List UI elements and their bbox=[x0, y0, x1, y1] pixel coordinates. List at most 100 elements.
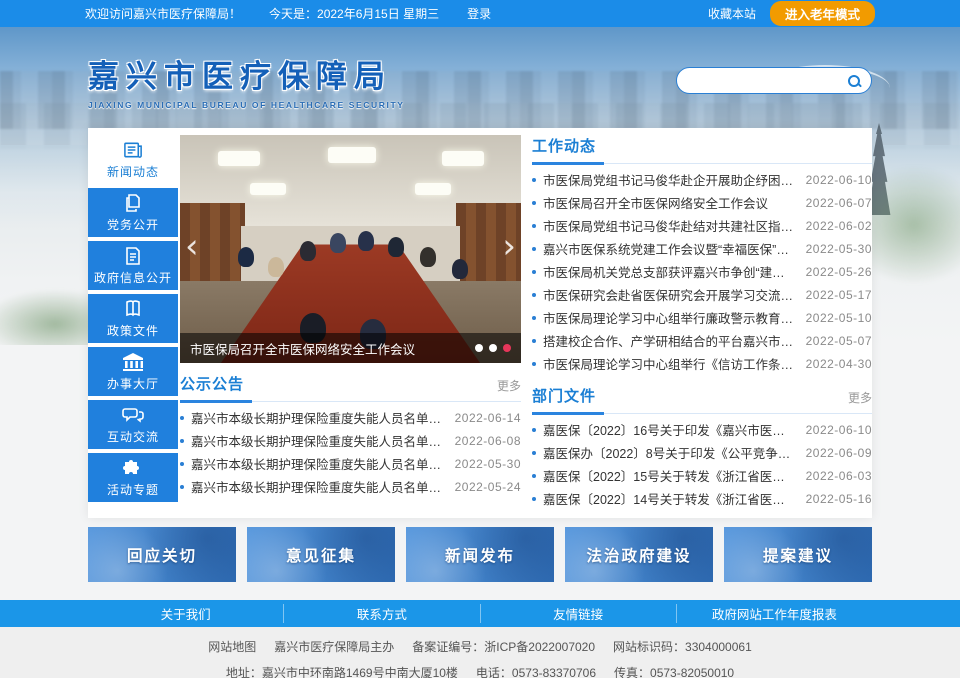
section-notices: 公示公告 更多 嘉兴市本级长期护理保险重度失能人员名单公示（2...2022-0… bbox=[180, 373, 521, 498]
news-title-link[interactable]: 市医保局机关党总支部获评嘉兴市争创“建设清廉机... bbox=[543, 262, 796, 281]
quick-link-4[interactable]: 法治政府建设 bbox=[565, 527, 713, 582]
news-item[interactable]: 市医保局党组书记马俊华赴结对共建社区指导全国文... 2022-06-02 bbox=[532, 214, 872, 237]
sidebar-item-6[interactable]: 互动交流 bbox=[88, 400, 178, 449]
news-item[interactable]: 嘉兴市本级长期护理保险重度失能人员名单公示（2... 2022-06-14 bbox=[180, 406, 521, 429]
news-title-link[interactable]: 市医保局理论学习中心组举行廉政警示教育专题学习... bbox=[543, 308, 796, 327]
news-title-link[interactable]: 嘉兴市本级长期护理保险重度失能人员名单公示（2... bbox=[191, 454, 445, 473]
bullet-icon bbox=[532, 224, 536, 228]
footer-info-text: 备案证编号：浙ICP备2022007020 bbox=[412, 640, 595, 654]
decor-person bbox=[358, 231, 374, 251]
news-date: 2022-05-30 bbox=[455, 457, 521, 471]
news-title-link[interactable]: 嘉兴市本级长期护理保险重度失能人员名单公示（2... bbox=[191, 431, 445, 450]
news-title-link[interactable]: 嘉兴市本级长期护理保险重度失能人员名单公示（2... bbox=[191, 408, 445, 427]
quick-link-3[interactable]: 新闻发布 bbox=[406, 527, 554, 582]
news-title-link[interactable]: 嘉医保〔2022〕15号关于转发《浙江省医疗保... bbox=[543, 466, 796, 485]
search-box[interactable] bbox=[676, 67, 872, 94]
carousel-dot-2[interactable] bbox=[489, 344, 497, 352]
news-title-link[interactable]: 嘉医保办〔2022〕8号关于印发《公平竞争审查... bbox=[543, 443, 796, 462]
decor bbox=[218, 151, 260, 166]
news-item[interactable]: 市医保局理论学习中心组举行《信访工作条例》专题...2022-04-30 bbox=[532, 352, 872, 375]
notices-list: 嘉兴市本级长期护理保险重度失能人员名单公示（2...2022-06-14嘉兴市本… bbox=[180, 406, 521, 498]
carousel-dot-1[interactable] bbox=[475, 344, 483, 352]
news-item[interactable]: 市医保研究会赴省医保研究会开展学习交流活动2022-05-17 bbox=[532, 283, 872, 306]
elder-mode-button[interactable]: 进入老年模式 bbox=[770, 1, 875, 26]
notices-title[interactable]: 公示公告 bbox=[180, 373, 244, 394]
carousel-caption[interactable]: 市医保局召开全市医保网络安全工作会议 bbox=[190, 339, 467, 358]
news-item[interactable]: 嘉兴市医保系统党建工作会议暨“幸福医保”党建联... 2022-05-30 bbox=[532, 237, 872, 260]
news-date: 2022-05-26 bbox=[806, 265, 872, 279]
news-item[interactable]: 嘉医保办〔2022〕8号关于印发《公平竞争审查...2022-06-09 bbox=[532, 441, 872, 464]
news-date: 2022-06-14 bbox=[455, 411, 521, 425]
pages-icon bbox=[123, 193, 143, 213]
carousel-dot-3[interactable] bbox=[503, 344, 511, 352]
news-item[interactable]: 嘉医保〔2022〕14号关于转发《浙江省医疗保...2022-05-16 bbox=[532, 487, 872, 510]
news-date: 2022-06-10 bbox=[806, 423, 872, 437]
news-item[interactable]: 市医保局党组书记马俊华赴企开展助企纾困活动 2022-06-10 bbox=[532, 168, 872, 191]
news-item[interactable]: 嘉兴市本级长期护理保险重度失能人员名单公示（2...2022-06-08 bbox=[180, 429, 521, 452]
carousel-prev-icon[interactable]: ‹ bbox=[185, 229, 199, 263]
news-item[interactable]: 嘉兴市本级长期护理保险重度失能人员名单公示（2... 2022-05-24 bbox=[180, 475, 521, 498]
book-icon bbox=[123, 299, 143, 319]
news-item[interactable]: 市医保局理论学习中心组举行廉政警示教育专题学习...2022-05-10 bbox=[532, 306, 872, 329]
quick-link-1[interactable]: 回应关切 bbox=[88, 527, 236, 582]
bullet-icon bbox=[180, 416, 184, 420]
carousel-next-icon[interactable]: › bbox=[502, 229, 516, 263]
documents-title[interactable]: 部门文件 bbox=[532, 385, 596, 406]
news-title-link[interactable]: 嘉兴市医保系统党建工作会议暨“幸福医保”党建联... bbox=[543, 239, 796, 258]
footer-info-text: 网站地图 bbox=[208, 640, 256, 654]
decor-person bbox=[238, 247, 254, 267]
quick-link-5[interactable]: 提案建议 bbox=[724, 527, 872, 582]
newspaper-icon bbox=[123, 140, 144, 160]
news-title-link[interactable]: 搭建校企合作、产学研相结合的平台嘉兴市长期护理... bbox=[543, 331, 796, 350]
news-item[interactable]: 市医保局召开全市医保网络安全工作会议2022-06-07 bbox=[532, 191, 872, 214]
news-title-link[interactable]: 市医保局党组书记马俊华赴企开展助企纾困活动 bbox=[543, 170, 796, 189]
news-title-link[interactable]: 市医保研究会赴省医保研究会开展学习交流活动 bbox=[543, 285, 796, 304]
news-item[interactable]: 嘉医保〔2022〕15号关于转发《浙江省医疗保...2022-06-03 bbox=[532, 464, 872, 487]
work-news-list: 市医保局党组书记马俊华赴企开展助企纾困活动 2022-06-10 市医保局召开全市医… bbox=[532, 168, 872, 375]
puzzle-icon bbox=[123, 458, 143, 478]
news-title-link[interactable]: 嘉兴市本级长期护理保险重度失能人员名单公示（2... bbox=[191, 477, 445, 496]
decor-person bbox=[330, 233, 346, 253]
footer-nav-item-3[interactable]: 友情链接 bbox=[481, 604, 677, 623]
news-title-link[interactable]: 市医保局理论学习中心组举行《信访工作条例》专题... bbox=[543, 354, 796, 373]
quick-link-2[interactable]: 意见征集 bbox=[247, 527, 395, 582]
news-item[interactable]: 搭建校企合作、产学研相结合的平台嘉兴市长期护理...2022-05-07 bbox=[532, 329, 872, 352]
footer-nav-item-2[interactable]: 联系方式 bbox=[284, 604, 480, 623]
notices-more-link[interactable]: 更多 bbox=[497, 377, 521, 394]
decor-person bbox=[388, 237, 404, 257]
footer-nav-item-1[interactable]: 关于我们 bbox=[88, 604, 284, 623]
chat-icon bbox=[122, 405, 144, 425]
news-item[interactable]: 嘉医保〔2022〕16号关于印发《嘉兴市医疗保... 2022-06-10 bbox=[532, 418, 872, 441]
work-news-title[interactable]: 工作动态 bbox=[532, 135, 596, 156]
favorite-link[interactable]: 收藏本站 bbox=[708, 5, 756, 22]
search-icon[interactable] bbox=[847, 74, 861, 88]
bullet-icon bbox=[532, 339, 536, 343]
news-title-link[interactable]: 嘉医保〔2022〕14号关于转发《浙江省医疗保... bbox=[543, 489, 796, 508]
news-date: 2022-06-10 bbox=[806, 173, 872, 187]
documents-more-link[interactable]: 更多 bbox=[848, 389, 872, 406]
news-item[interactable]: 市医保局机关党总支部获评嘉兴市争创“建设清廉机... 2022-05-26 bbox=[532, 260, 872, 283]
decor-person bbox=[420, 247, 436, 267]
news-date: 2022-05-24 bbox=[455, 480, 521, 494]
news-date: 2022-05-30 bbox=[806, 242, 872, 256]
news-title-link[interactable]: 市医保局召开全市医保网络安全工作会议 bbox=[543, 193, 796, 212]
news-title-link[interactable]: 嘉医保〔2022〕16号关于印发《嘉兴市医疗保... bbox=[543, 420, 796, 439]
sidebar-item-7[interactable]: 活动专题 bbox=[88, 453, 178, 502]
sidebar-item-5[interactable]: 办事大厅 bbox=[88, 347, 178, 396]
carousel-dots bbox=[475, 344, 511, 352]
news-date: 2022-06-02 bbox=[806, 219, 872, 233]
footer-info-text: 嘉兴市医疗保障局主办 bbox=[274, 640, 394, 654]
sidebar-item-1[interactable]: 新闻动态 bbox=[88, 135, 178, 184]
footer-nav: 关于我们联系方式友情链接政府网站工作年度报表 bbox=[0, 600, 960, 627]
sidebar-item-3[interactable]: 政府信息公开 bbox=[88, 241, 178, 290]
login-link[interactable]: 登录 bbox=[467, 5, 491, 22]
sidebar-item-label: 政策文件 bbox=[107, 322, 159, 339]
news-title-link[interactable]: 市医保局党组书记马俊华赴结对共建社区指导全国文... bbox=[543, 216, 796, 235]
search-input[interactable] bbox=[687, 74, 847, 88]
news-item[interactable]: 嘉兴市本级长期护理保险重度失能人员名单公示（2... 2022-05-30 bbox=[180, 452, 521, 475]
news-carousel[interactable]: ‹ › 市医保局召开全市医保网络安全工作会议 bbox=[180, 135, 521, 363]
quick-links-row: 回应关切意见征集新闻发布法治政府建设提案建议 bbox=[88, 527, 872, 582]
footer-nav-item-4[interactable]: 政府网站工作年度报表 bbox=[677, 604, 872, 623]
sidebar-item-2[interactable]: 党务公开 bbox=[88, 188, 178, 237]
sidebar-item-4[interactable]: 政策文件 bbox=[88, 294, 178, 343]
